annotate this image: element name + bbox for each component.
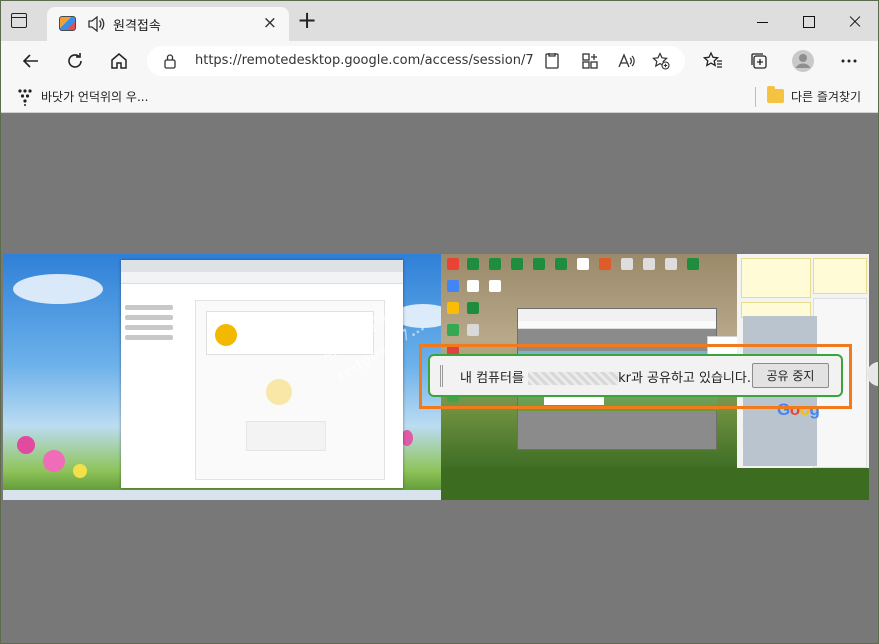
browser-window: 원격접속 × + https://remotedesktop.google.co… <box>0 0 879 644</box>
desktop-icon <box>643 258 655 270</box>
desktop-icon <box>489 280 501 292</box>
sticky-note <box>741 258 811 298</box>
folder-icon[interactable] <box>767 86 784 103</box>
desktop-icon <box>665 258 677 270</box>
tab-title: 원격접속 <box>113 19 161 34</box>
arrow-left-icon[interactable] <box>21 51 41 71</box>
star-plus-icon[interactable] <box>652 52 670 70</box>
desktop-icon <box>489 258 501 270</box>
desktop-icon <box>599 258 611 270</box>
monitor-icon <box>215 324 237 346</box>
remote-bottom-area <box>441 468 869 500</box>
monitor-icon <box>266 379 292 405</box>
other-favorites-link[interactable]: 다른 즐겨찾기 <box>791 88 861 105</box>
apps-icon[interactable] <box>581 52 599 70</box>
sharing-message: 내 컴퓨터를 kr과 공유하고 있습니다. <box>460 371 751 386</box>
masked-email <box>528 372 619 385</box>
favorites-bar: 바닷가 언덕위의 우... 다른 즐겨찾기 <box>1 81 878 113</box>
url-text[interactable]: https://remotedesktop.google.com/access/… <box>195 53 535 68</box>
stop-sharing-button[interactable]: 공유 중지 <box>752 363 829 388</box>
reader-icon[interactable] <box>543 52 561 70</box>
title-bar: 원격접속 × + <box>1 1 878 41</box>
desktop-icon <box>577 258 589 270</box>
new-tab-button[interactable]: + <box>297 7 317 33</box>
sticky-note <box>813 258 867 294</box>
desktop-icon <box>447 324 459 336</box>
close-tab-icon[interactable]: × <box>263 13 277 33</box>
desktop-icon <box>533 258 545 270</box>
favorite-item[interactable]: 바닷가 언덕위의 우... <box>41 88 148 105</box>
more-icon[interactable] <box>839 51 859 71</box>
drag-handle[interactable] <box>440 365 443 387</box>
home-icon[interactable] <box>109 51 129 71</box>
desktop-icon <box>687 258 699 270</box>
lock-icon[interactable] <box>163 53 177 69</box>
flower-decor <box>43 450 65 472</box>
minimize-button[interactable] <box>739 1 785 41</box>
speaker-icon[interactable] <box>87 16 105 32</box>
desktop-icon <box>447 258 459 270</box>
remote-sidebar <box>125 300 173 345</box>
favorites-icon[interactable] <box>703 51 723 71</box>
desktop-icon <box>621 258 633 270</box>
site-dots-icon <box>18 89 32 106</box>
tab-remote-access[interactable]: 원격접속 × <box>47 7 289 41</box>
desktop-icon <box>467 302 479 314</box>
navigation-toolbar: https://remotedesktop.google.com/access/… <box>1 41 878 81</box>
desktop-icon <box>467 280 479 292</box>
profile-icon[interactable] <box>791 49 815 73</box>
desktop-icon <box>555 258 567 270</box>
read-aloud-icon[interactable] <box>617 52 635 70</box>
collections-icon[interactable] <box>749 51 769 71</box>
refresh-icon[interactable] <box>65 51 85 71</box>
desktop-icon <box>447 302 459 314</box>
remote-desktop-favicon-icon <box>59 16 76 31</box>
sharing-notification-bar: 내 컴퓨터를 kr과 공유하고 있습니다. 공유 중지 <box>428 354 843 397</box>
maximize-button[interactable] <box>785 1 831 41</box>
flower-decor <box>73 464 87 478</box>
close-window-button[interactable] <box>831 1 877 41</box>
desktop-icon <box>467 324 479 336</box>
address-bar[interactable]: https://remotedesktop.google.com/access/… <box>147 46 685 76</box>
tab-actions-icon[interactable] <box>11 13 27 28</box>
desktop-icon <box>467 258 479 270</box>
desktop-icon <box>447 280 459 292</box>
cloud-decor <box>13 274 103 304</box>
desktop-icon <box>511 258 523 270</box>
favorites-divider <box>755 87 756 107</box>
remote-taskbar <box>3 490 441 500</box>
flower-decor <box>17 436 35 454</box>
